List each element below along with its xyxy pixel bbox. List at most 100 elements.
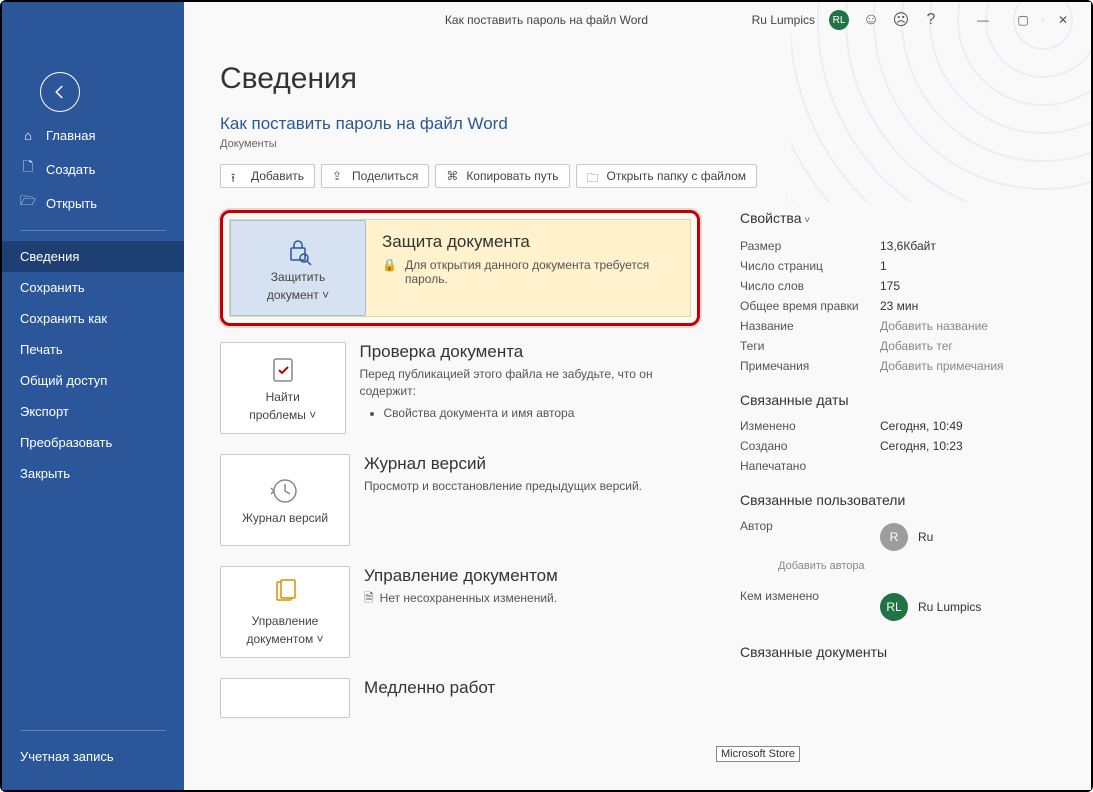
inspect-desc: Перед публикацией этого файла не забудьт… <box>360 366 701 400</box>
property-label: Число слов <box>740 279 880 293</box>
author-person[interactable]: R Ru <box>880 523 933 551</box>
close-button[interactable]: ✕ <box>1043 6 1083 34</box>
date-row: Напечатано <box>740 456 1061 476</box>
sidebar-item-share[interactable]: Общий доступ <box>2 365 184 396</box>
page-title: Сведения <box>220 62 1061 96</box>
sidebar-item-open[interactable]: 🗁 Открыть <box>2 186 184 220</box>
property-row: Общее время правки23 мин <box>740 296 1061 316</box>
versions-desc: Просмотр и восстановление предыдущих вер… <box>364 478 642 495</box>
date-label: Напечатано <box>740 459 880 473</box>
author-label: Автор <box>740 519 880 555</box>
date-label: Создано <box>740 439 880 453</box>
property-value: 23 мин <box>880 299 918 313</box>
modified-by-label: Кем изменено <box>740 589 880 625</box>
share-button[interactable]: ⇪Поделиться <box>321 164 429 188</box>
property-label: Число страниц <box>740 259 880 273</box>
related-docs-heading: Связанные документы <box>740 644 1061 660</box>
backstage-sidebar: ⌂ Главная 🗋 Создать 🗁 Открыть Сведения С… <box>2 2 184 790</box>
document-path[interactable]: Документы <box>220 138 1061 150</box>
sad-icon[interactable]: ☹ <box>893 12 909 28</box>
version-history-button[interactable]: Журнал версий <box>220 454 350 546</box>
user-avatar[interactable]: RL <box>829 10 849 30</box>
username[interactable]: Ru Lumpics <box>752 13 815 27</box>
sidebar-item-transform[interactable]: Преобразовать <box>2 427 184 458</box>
slow-title: Медленно работ <box>364 678 495 698</box>
microsoft-store-tooltip: Microsoft Store <box>716 746 800 762</box>
sidebar-item-saveas[interactable]: Сохранить как <box>2 303 184 334</box>
property-value[interactable]: Добавить тег <box>880 339 953 353</box>
folder-open-icon: 🗁 <box>20 195 36 211</box>
file-icon: 🗋 <box>20 161 36 177</box>
folder-icon: 🗀 <box>587 169 601 183</box>
sidebar-label: Создать <box>46 162 95 177</box>
lock-icon: 🔒 <box>382 258 397 272</box>
property-row: НазваниеДобавить название <box>740 316 1061 336</box>
slow-card: Медленно работ <box>220 678 700 718</box>
share-icon: ⇪ <box>332 169 346 183</box>
lock-search-icon <box>282 234 314 266</box>
sidebar-item-account[interactable]: Учетная запись <box>2 741 184 772</box>
sidebar-separator <box>20 230 166 231</box>
inspect-document-button[interactable]: Найти проблемы ˅ <box>220 342 346 434</box>
manage-document-button[interactable]: Управление документом ˅ <box>220 566 350 658</box>
protect-card: Защитить документ ˅ Защита документа 🔒 Д… <box>229 219 691 317</box>
help-icon[interactable]: ? <box>923 12 939 28</box>
inspect-icon <box>267 354 299 386</box>
versions-card: Журнал версий Журнал версий Просмотр и в… <box>220 454 700 546</box>
property-label: Примечания <box>740 359 880 373</box>
back-button[interactable] <box>40 72 80 112</box>
slow-button[interactable] <box>220 678 350 718</box>
protect-desc: Для открытия данного документа требуется… <box>405 258 674 286</box>
upload-button[interactable]: ⭱Добавить <box>220 164 315 188</box>
inspect-card: Найти проблемы ˅ Проверка документа Пере… <box>220 342 700 434</box>
date-value: Сегодня, 10:23 <box>880 439 963 453</box>
property-row: Число слов175 <box>740 276 1061 296</box>
protect-document-button[interactable]: Защитить документ ˅ <box>230 220 366 316</box>
inspect-title: Проверка документа <box>360 342 701 362</box>
minimize-button[interactable]: — <box>963 6 1003 34</box>
inspect-bullet: Свойства документа и имя автора <box>384 406 701 420</box>
maximize-button[interactable]: ▢ <box>1003 6 1043 34</box>
sidebar-item-new[interactable]: 🗋 Создать <box>2 152 184 186</box>
date-row: СозданоСегодня, 10:23 <box>740 436 1061 456</box>
property-row: ТегиДобавить тег <box>740 336 1061 356</box>
property-label: Название <box>740 319 880 333</box>
info-toolbar: ⭱Добавить ⇪Поделиться ⌘Копировать путь 🗀… <box>220 164 1061 188</box>
related-people-heading: Связанные пользователи <box>740 492 1061 508</box>
property-label: Теги <box>740 339 880 353</box>
property-row: Размер13,6Кбайт <box>740 236 1061 256</box>
manage-icon <box>269 578 301 610</box>
manage-desc: Нет несохраненных изменений. <box>380 590 557 607</box>
properties-heading[interactable]: Свойства <box>740 210 1061 226</box>
sidebar-item-home[interactable]: ⌂ Главная <box>2 118 184 152</box>
modified-by-person[interactable]: RL Ru Lumpics <box>880 593 981 621</box>
property-value[interactable]: Добавить примечания <box>880 359 1004 373</box>
copy-path-button[interactable]: ⌘Копировать путь <box>435 164 569 188</box>
manage-card: Управление документом ˅ Управление докум… <box>220 566 700 658</box>
sidebar-item-export[interactable]: Экспорт <box>2 396 184 427</box>
manage-title: Управление документом <box>364 566 558 586</box>
link-icon: ⌘ <box>446 169 460 183</box>
sidebar-item-close[interactable]: Закрыть <box>2 458 184 489</box>
sidebar-item-info[interactable]: Сведения <box>2 241 184 272</box>
properties-panel: Свойства Размер13,6КбайтЧисло страниц1Чи… <box>740 210 1061 738</box>
avatar-icon: R <box>880 523 908 551</box>
property-value: 1 <box>880 259 887 273</box>
sidebar-separator <box>20 730 166 731</box>
sidebar-item-print[interactable]: Печать <box>2 334 184 365</box>
property-row: Число страниц1 <box>740 256 1061 276</box>
smile-icon[interactable]: ☺ <box>863 12 879 28</box>
highlight-protect-outline: Защитить документ ˅ Защита документа 🔒 Д… <box>220 210 700 326</box>
protect-title: Защита документа <box>382 232 674 252</box>
property-label: Общее время правки <box>740 299 880 313</box>
history-icon <box>269 475 301 507</box>
window-title: Как поставить пароль на файл Word <box>445 13 648 27</box>
versions-title: Журнал версий <box>364 454 642 474</box>
add-author-link[interactable]: Добавить автора <box>778 560 1061 572</box>
open-folder-button[interactable]: 🗀Открыть папку с файлом <box>576 164 758 188</box>
date-value: Сегодня, 10:49 <box>880 419 963 433</box>
sidebar-label: Открыть <box>46 196 97 211</box>
property-value[interactable]: Добавить название <box>880 319 988 333</box>
property-value: 13,6Кбайт <box>880 239 936 253</box>
sidebar-item-save[interactable]: Сохранить <box>2 272 184 303</box>
